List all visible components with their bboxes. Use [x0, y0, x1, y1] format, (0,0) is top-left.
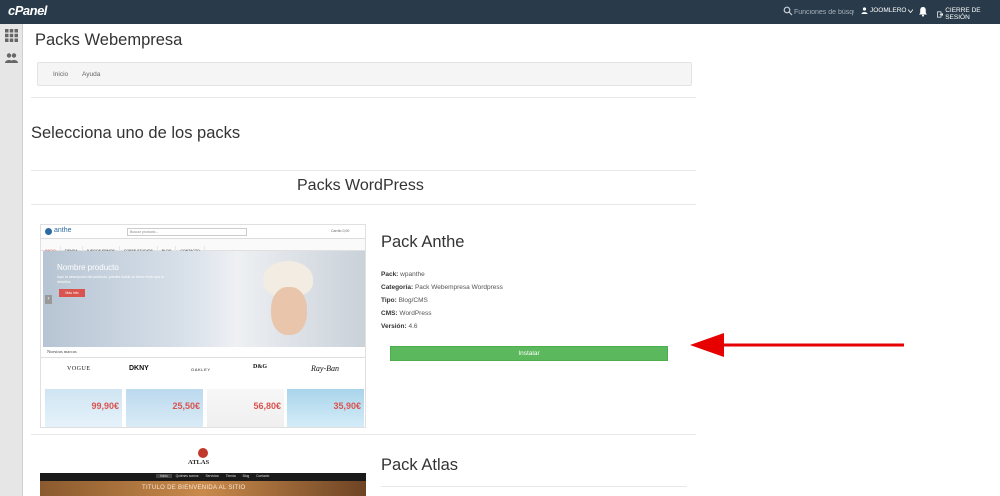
thumb-menu-item: Tienda: [225, 474, 236, 478]
breadcrumb: Inicio Ayuda: [37, 62, 692, 86]
meta-label: Versión:: [381, 323, 407, 330]
meta-label: Pack:: [381, 271, 399, 278]
thumb-price: 25,50€: [172, 401, 200, 411]
thumb-brands-label: Nuestras marcas: [47, 349, 77, 354]
thumb-hero: Nombre producto Aquí la descripción del …: [43, 251, 365, 347]
meta-value: 4.6: [408, 323, 418, 330]
user-icon: [861, 7, 868, 14]
thumb-menu-item: Servicios: [205, 474, 219, 478]
thumb-search: Buscar producto...: [127, 228, 247, 236]
thumb-brand-logo: D&G: [253, 364, 267, 370]
chevron-down-icon: [908, 8, 914, 13]
section-title: Selecciona uno de los packs: [31, 124, 241, 142]
pack-atlas-thumbnail[interactable]: ATLAS Inicio Quiénes somos Servicios Tie…: [40, 447, 366, 496]
thumb-menu-item: Inicio: [156, 474, 172, 478]
thumb-hero-face: [271, 287, 307, 335]
thumb-brands: Nuestras marcas VOGUE DKNY OAKLEY D&G Ra…: [41, 349, 365, 385]
search-input[interactable]: [794, 5, 854, 19]
thumb-price: 99,90€: [91, 401, 119, 411]
install-button[interactable]: Instalar: [390, 346, 668, 361]
meta-label: CMS:: [381, 310, 398, 317]
logout-icon: [937, 10, 944, 18]
breadcrumb-help[interactable]: Ayuda: [82, 71, 100, 78]
thumb-product: 99,90€: [45, 389, 122, 427]
thumb-header: anthe Buscar producto... Carrito 0,00: [41, 225, 365, 239]
thumb-hero-title: Nombre producto: [57, 263, 119, 272]
thumb-price: 56,80€: [253, 401, 281, 411]
top-bar: cPanel JOOMLERO CIERRE DE SESIÓN: [0, 0, 1000, 24]
thumb-products: 99,90€ 25,50€ 56,80€ 35,90€: [41, 387, 365, 427]
pack-anthe-title: Pack Anthe: [381, 233, 465, 251]
meta-value: Pack Webempresa Wordpress: [414, 284, 503, 291]
thumb-product: 35,90€: [287, 389, 364, 427]
meta-label: Tipo:: [381, 297, 397, 304]
thumb-hero-button: Más info: [59, 289, 85, 297]
thumb-brand-logo: Ray-Ban: [311, 364, 339, 373]
thumb-brand-logo: DKNY: [129, 365, 149, 372]
cpanel-logo[interactable]: cPanel: [8, 3, 47, 18]
thumb-product: 56,80€: [207, 389, 284, 427]
brand-icon: [45, 228, 52, 235]
pack-anthe-thumbnail[interactable]: anthe Buscar producto... Carrito 0,00 IN…: [40, 224, 366, 428]
thumb-atlas-hero-title: TITULO DE BIENVENIDA AL SITIO: [142, 485, 246, 491]
group-title: Packs WordPress: [297, 177, 424, 194]
pack-meta-type: Tipo: Blog/CMS: [381, 297, 428, 304]
thumb-brand-logo: VOGUE: [67, 366, 91, 372]
thumb-brands-divider: [41, 357, 365, 358]
thumb-menu-item: Blog: [242, 474, 250, 478]
thumb-brand-logo: OAKLEY: [191, 367, 211, 372]
thumb-hero-text: Aquí la descripción del producto, puedes…: [57, 275, 165, 284]
thumb-menu: INICIOTIENDAJUEGOS ERMOSCORSE STUDIOSBLO…: [41, 239, 365, 256]
thumb-atlas-hero: TITULO DE BIENVENIDA AL SITIO: [40, 481, 366, 496]
thumb-price: 35,90€: [333, 401, 361, 411]
thumb-prev-arrow: ‹: [45, 295, 52, 304]
page-title: Packs Webempresa: [35, 31, 183, 49]
grid-icon[interactable]: [5, 29, 18, 42]
pack-meta-version: Versión: 4.6: [381, 323, 418, 330]
thumb-menu-item: Contacto: [256, 474, 270, 478]
divider: [31, 434, 696, 435]
divider: [31, 170, 696, 171]
atlas-logo-icon: [198, 448, 208, 458]
sidebar: [0, 24, 23, 496]
thumb-product: 25,50€: [126, 389, 203, 427]
meta-label: Categoría:: [381, 284, 414, 291]
thumb-atlas-menu: Inicio Quiénes somos Servicios Tienda Bl…: [40, 473, 366, 481]
logout-label: CIERRE DE SESIÓN: [945, 7, 981, 21]
meta-value: WordPress: [399, 310, 432, 317]
thumb-brand: anthe: [54, 227, 72, 234]
search-icon[interactable]: [783, 6, 793, 16]
thumb-atlas-brand: ATLAS: [188, 459, 210, 466]
pack-meta-cms: CMS: WordPress: [381, 310, 431, 317]
username: JOOMLERO: [870, 7, 907, 14]
meta-value: wpanthe: [400, 271, 425, 278]
meta-value: Blog/CMS: [398, 297, 428, 304]
pack-meta-pack: Pack: wpanthe: [381, 271, 425, 278]
pack-meta-category: Categoría: Pack Webempresa Wordpress: [381, 284, 503, 291]
pack-atlas-title: Pack Atlas: [381, 456, 459, 474]
bell-icon[interactable]: [918, 6, 928, 17]
thumb-atlas-header: ATLAS: [40, 447, 366, 473]
user-menu[interactable]: JOOMLERO: [861, 7, 914, 14]
thumb-cart: Carrito 0,00: [331, 229, 350, 233]
logout-button[interactable]: CIERRE DE SESIÓN: [937, 7, 1000, 21]
red-arrow-annotation: [690, 333, 904, 357]
divider: [31, 204, 696, 205]
divider: [31, 97, 696, 98]
breadcrumb-home[interactable]: Inicio: [53, 71, 68, 78]
thumb-menu-item: Quiénes somos: [175, 474, 199, 478]
users-icon[interactable]: [5, 52, 18, 65]
divider: [381, 486, 687, 487]
